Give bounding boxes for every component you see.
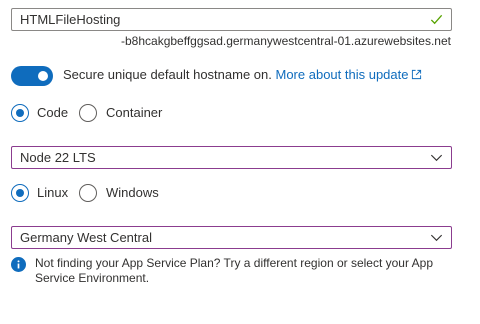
region-dropdown[interactable]: Germany West Central [11,226,452,249]
secure-hostname-label: Secure unique default hostname on. [63,67,272,82]
app-name-value: HTMLFileHosting [20,12,121,27]
runtime-stack-dropdown[interactable]: Node 22 LTS [11,146,452,169]
radio-dot [16,109,24,117]
external-link-icon [412,69,422,80]
os-radio-group: Linux Windows [11,184,211,204]
checkmark-icon [430,14,443,25]
more-about-update-link[interactable]: More about this update [276,67,423,82]
os-linux-label: Linux [37,185,69,200]
os-linux-radio[interactable] [11,184,29,202]
default-hostname-suffix: -b8hcakgbeffggsad.germanywestcentral-01.… [121,34,451,48]
info-message-text: Not finding your App Service Plan? Try a… [35,256,434,285]
chevron-down-icon [430,234,443,242]
more-about-update-link-text: More about this update [275,67,409,82]
publish-container-label: Container [106,105,163,120]
region-value: Germany West Central [20,230,152,245]
radio-dot [16,189,24,197]
os-windows-radio[interactable] [79,184,97,202]
info-icon [11,257,26,272]
os-windows-label: Windows [106,185,159,200]
secure-hostname-toggle[interactable] [11,66,53,86]
chevron-down-icon [430,154,443,162]
secure-hostname-text: Secure unique default hostname on. More … [63,67,422,83]
toggle-knob [38,71,48,81]
publish-radio-group: Code Container [11,104,211,124]
app-name-input[interactable]: HTMLFileHosting [11,8,452,31]
publish-container-radio[interactable] [79,104,97,122]
publish-code-label: Code [37,105,69,120]
publish-code-radio[interactable] [11,104,29,122]
runtime-stack-value: Node 22 LTS [20,150,96,165]
